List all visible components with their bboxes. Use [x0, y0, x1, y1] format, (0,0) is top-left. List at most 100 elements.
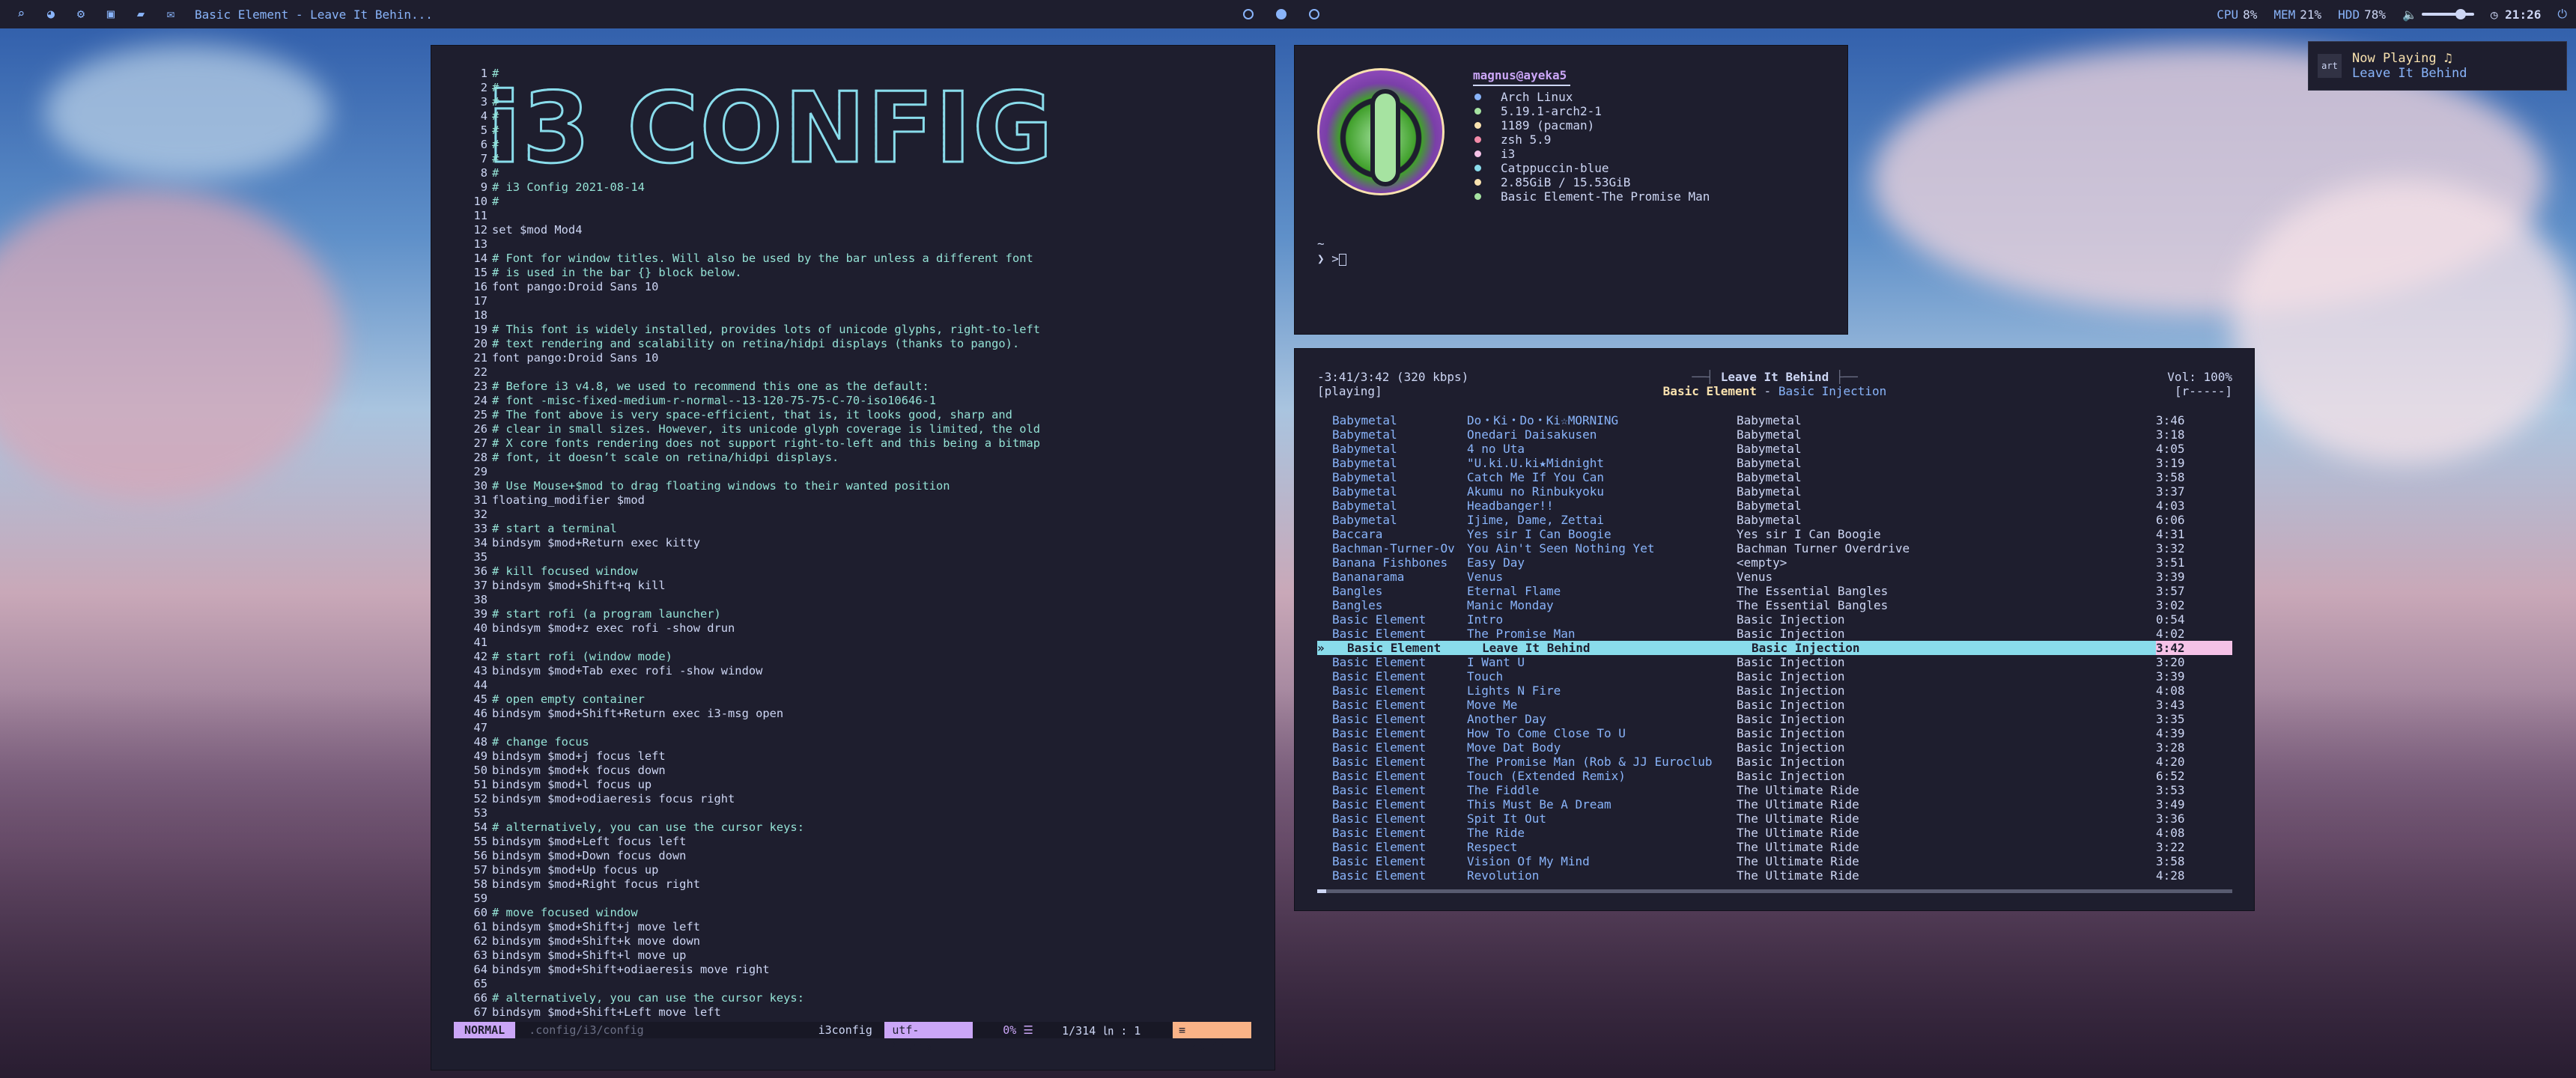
track-marker — [1317, 797, 1332, 811]
playlist-row[interactable]: Basic Element The Fiddle The Ultimate Ride… — [1317, 783, 2232, 797]
search-icon[interactable]: ⌕ — [6, 0, 36, 28]
line-number: 33 — [473, 522, 487, 535]
track-artist: Basic Element — [1332, 769, 1427, 783]
playlist-row[interactable]: Bangles Manic Monday The Essential Bangles… — [1317, 598, 2232, 612]
wrench-icon[interactable]: ⚙ — [66, 0, 96, 28]
playlist-row[interactable]: Basic Element I Want U Basic Injection 3:20 — [1317, 655, 2232, 669]
playlist-row[interactable]: Babymetal "U.ki.U.ki★Midnight Babymetal 3:1… — [1317, 456, 2232, 470]
editor-window[interactable]: i3 CONFIG 1 #2 #3 #4 #5 #6 #7 #8 #9 # i3 Config 2… — [431, 45, 1275, 1071]
playlist[interactable]: Babymetal Do・Ki・Do・Ki☆MORNING Babymetal 3:4… — [1317, 413, 2232, 883]
playlist-row[interactable]: Basic Element The Promise Man Basic Inject… — [1317, 627, 2232, 641]
mail-icon[interactable]: ✉ — [156, 0, 186, 28]
editor-statusline: NORMAL .config/i3/config i3config utf-8[… — [454, 1022, 1251, 1053]
track-album: The Essential Bangles — [1737, 598, 1889, 612]
shell-prompt[interactable]: ~ ❯ > — [1317, 237, 1346, 267]
line-number: 45 — [473, 692, 487, 706]
now-playing-notification[interactable]: art Now Playing ♫ Leave It Behind — [2308, 41, 2567, 91]
workspace-1[interactable] — [1243, 9, 1254, 19]
code-line: 49 bindsym $mod+j focus left — [465, 749, 1040, 764]
track-album: Basic Injection — [1737, 655, 1845, 669]
playlist-row-current[interactable]: » Basic Element Leave It Behind Basic Injec… — [1317, 641, 2232, 655]
code-line: 22 — [465, 365, 1040, 380]
playlist-row[interactable]: Babymetal Do・Ki・Do・Ki☆MORNING Babymetal 3:4… — [1317, 413, 2232, 427]
code-line: 56 bindsym $mod+Down focus down — [465, 849, 1040, 863]
sysinfo-value: 2.85GiB / 15.53GiB — [1501, 175, 1631, 189]
track-title: Touch — [1467, 669, 1504, 683]
playback-progress-bar[interactable] — [1317, 889, 2232, 893]
code-line: 54 # alternatively, you can use the curso… — [465, 820, 1040, 835]
launcher-icons: ⌕ ◕ ⚙ ▣ ▰ ✉ — [0, 0, 186, 28]
line-number: 67 — [473, 1005, 487, 1019]
track-marker — [1317, 783, 1332, 797]
playlist-row[interactable]: Basic Element Move Dat Body Basic Injectio… — [1317, 740, 2232, 755]
power-icon[interactable]: ⏻ — [2557, 7, 2567, 22]
track-marker — [1317, 712, 1332, 726]
track-duration: 4:03 — [2156, 499, 2185, 513]
workspace-3[interactable] — [1309, 9, 1319, 19]
playlist-row[interactable]: Basic Element How To Come Close To U Basic… — [1317, 726, 2232, 740]
user-underline — [1473, 85, 1570, 86]
playlist-row[interactable]: Basic Element Vision Of My Mind The Ultima… — [1317, 854, 2232, 868]
track-artist: Babymetal — [1332, 499, 1397, 513]
folder-icon[interactable]: ▰ — [126, 0, 156, 28]
sysinfo-value: Arch Linux — [1501, 90, 1573, 104]
playlist-row[interactable]: Basic Element The Promise Man (Rob & JJ E… — [1317, 755, 2232, 769]
playlist-row[interactable]: Basic Element Move Me Basic Injection 3:43 — [1317, 698, 2232, 712]
code-line: 7 # — [465, 152, 1040, 166]
playlist-row[interactable]: Bangles Eternal Flame The Essential Bangle… — [1317, 584, 2232, 598]
line-text: # This font is widely installed, provide… — [492, 323, 1041, 336]
prompt-symbol: ❯ > — [1317, 252, 1339, 266]
line-text: font pango:Droid Sans 10 — [492, 280, 659, 293]
terminal-window[interactable]: magnus@ayeka5 Arch Linux 5.19.1-arch2-1 11… — [1294, 45, 1848, 335]
playlist-row[interactable]: Basic Element Intro Basic Injection 0:54 — [1317, 612, 2232, 627]
playlist-row[interactable]: Banana Fishbones Easy Day <empty> 3:51 — [1317, 555, 2232, 570]
playlist-row[interactable]: Basic Element Another Day Basic Injection 3… — [1317, 712, 2232, 726]
volume-slider[interactable]: 🔈 — [2402, 7, 2474, 22]
playlist-row[interactable]: Basic Element The Ride The Ultimate Ride 4:… — [1317, 826, 2232, 840]
playlist-row[interactable]: Babymetal Ijime, Dame, Zettai Babymetal 6:0… — [1317, 513, 2232, 527]
code-line: 40 bindsym $mod+z exec rofi -show drun — [465, 621, 1040, 636]
playlist-row[interactable]: Babymetal Headbanger!! Babymetal 4:03 — [1317, 499, 2232, 513]
terminal-icon[interactable]: ▣ — [96, 0, 126, 28]
playlist-row[interactable]: Basic Element Touch Basic Injection 3:39 — [1317, 669, 2232, 683]
code-line: 23 # Before i3 v4.8, we used to recommend… — [465, 380, 1040, 394]
track-marker — [1317, 427, 1332, 442]
playlist-row[interactable]: Bananarama Venus Venus 3:39 — [1317, 570, 2232, 584]
track-duration: 3:58 — [2156, 854, 2185, 868]
playlist-row[interactable]: Babymetal 4 no Uta Babymetal 4:05 — [1317, 442, 2232, 456]
volume-track[interactable] — [2421, 9, 2474, 19]
track-marker — [1317, 698, 1332, 712]
line-text: bindsym $mod+Shift+Left move left — [492, 1005, 721, 1019]
code-area[interactable]: 1 #2 #3 #4 #5 #6 #7 #8 #9 # i3 Config 2021-08-14 1… — [465, 67, 1040, 1020]
playlist-row[interactable]: Bachman-Turner-Ov You Ain't Seen Nothing … — [1317, 541, 2232, 555]
line-number: 60 — [473, 906, 487, 919]
playlist-row[interactable]: Basic Element Revolution The Ultimate Ride… — [1317, 868, 2232, 883]
track-artist: Basic Element — [1332, 755, 1427, 769]
playlist-row[interactable]: Babymetal Onedari Daisakusen Babymetal 3:18 — [1317, 427, 2232, 442]
system-tray: CPU 8% MEM 21% HDD 78% 🔈 ◷ 21:26 ⏻ — [2217, 0, 2567, 28]
bullet-icon — [1474, 122, 1481, 129]
track-duration: 3:37 — [2156, 484, 2185, 499]
workspace-2[interactable] — [1276, 9, 1287, 19]
track-marker — [1317, 513, 1332, 527]
line-number: 38 — [473, 593, 487, 606]
track-album: Babymetal — [1737, 413, 1802, 427]
code-line: 66 # alternatively, you can use the curso… — [465, 991, 1040, 1005]
track-duration: 4:08 — [2156, 826, 2185, 840]
playlist-row[interactable]: Baccara Yes sir I Can Boogie Yes sir I Can… — [1317, 527, 2232, 541]
playlist-row[interactable]: Basic Element Respect The Ultimate Ride 3:2… — [1317, 840, 2232, 854]
playlist-row[interactable]: Babymetal Akumu no Rinbukyoku Babymetal 3:3… — [1317, 484, 2232, 499]
track-duration: 3:35 — [2156, 712, 2185, 726]
playlist-row[interactable]: Basic Element This Must Be A Dream The Ult… — [1317, 797, 2232, 811]
arch-icon[interactable]: ◕ — [36, 0, 66, 28]
line-text: bindsym $mod+Down focus down — [492, 849, 687, 862]
playlist-row[interactable]: Babymetal Catch Me If You Can Babymetal 3:5… — [1317, 470, 2232, 484]
playlist-row[interactable]: Basic Element Spit It Out The Ultimate Rid… — [1317, 811, 2232, 826]
playlist-row[interactable]: Basic Element Lights N Fire Basic Injectio… — [1317, 683, 2232, 698]
volume-knob[interactable] — [2455, 9, 2467, 19]
track-duration: 3:43 — [2156, 698, 2185, 712]
playlist-row[interactable]: Basic Element Touch (Extended Remix) Basic… — [1317, 769, 2232, 783]
music-player-window[interactable]: -3:41/3:42 (320 kbps) ──┤ Leave It Behin… — [1294, 348, 2255, 911]
track-album: Basic Injection — [1737, 669, 1845, 683]
track-album: Bachman Turner Overdrive — [1737, 541, 1910, 555]
